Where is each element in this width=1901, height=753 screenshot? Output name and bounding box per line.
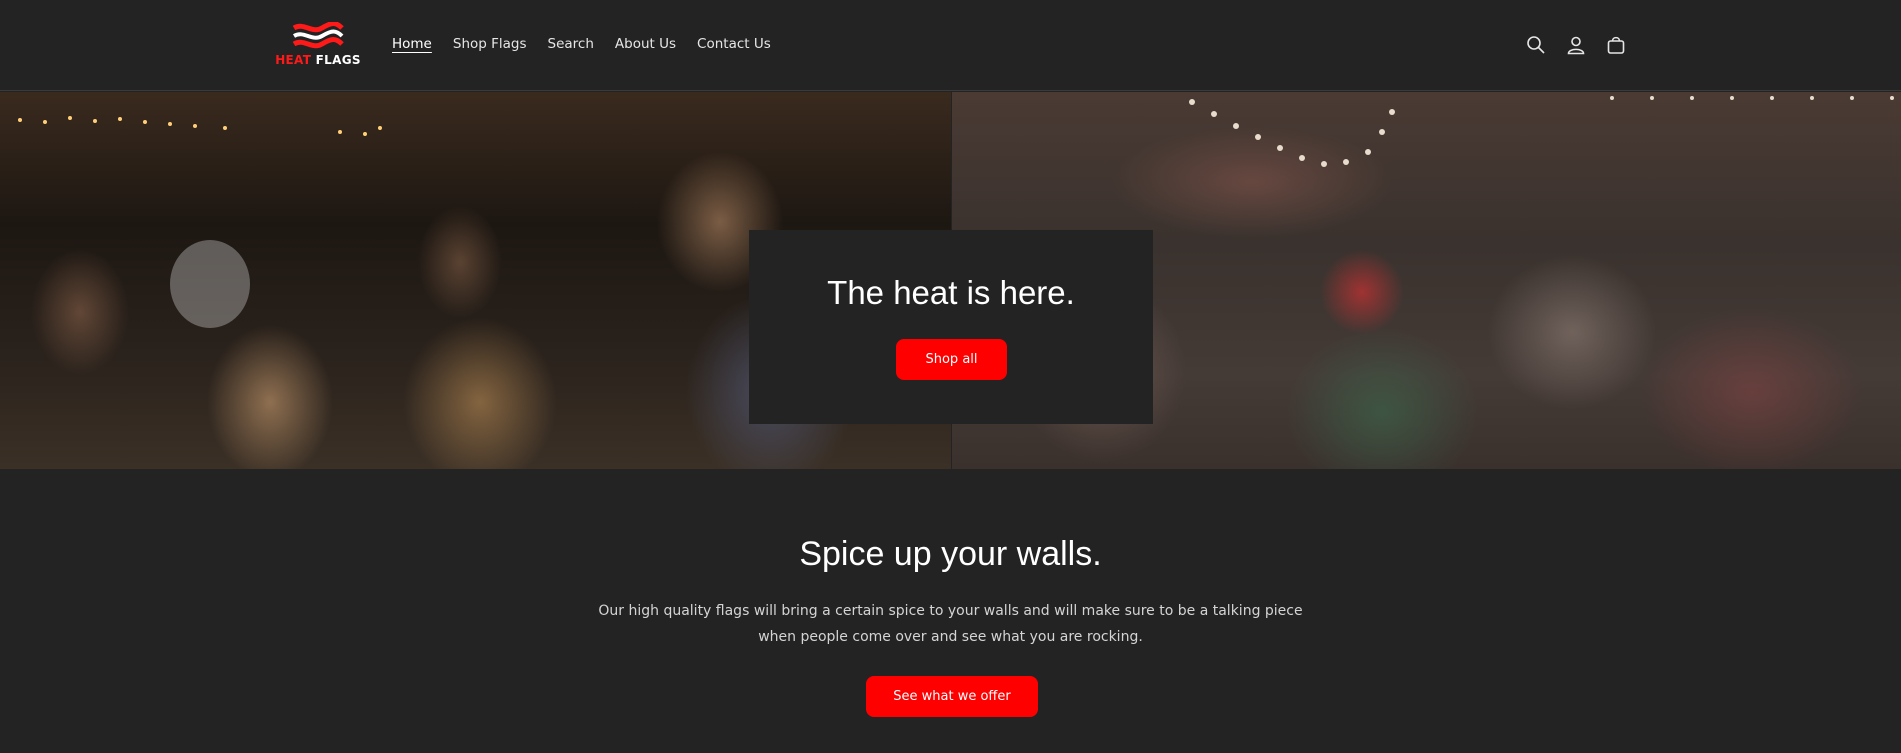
nav-shop-flags[interactable]: Shop Flags — [453, 33, 527, 55]
shop-all-button[interactable]: Shop all — [896, 339, 1007, 380]
logo-text: HEAT FLAGS — [272, 53, 364, 67]
account-icon[interactable] — [1564, 33, 1588, 57]
logo[interactable]: HEAT FLAGS — [272, 20, 364, 70]
section-description: Our high quality flags will bring a cert… — [598, 603, 1303, 645]
cart-icon[interactable] — [1604, 33, 1628, 57]
see-what-we-offer-button[interactable]: See what we offer — [866, 676, 1038, 717]
header-icons — [1524, 33, 1644, 57]
site-header: HEAT FLAGS Home Shop Flags Search About … — [0, 0, 1901, 91]
flag-logo-icon — [292, 22, 344, 49]
nav-home[interactable]: Home — [392, 33, 432, 55]
nav-contact-us[interactable]: Contact Us — [697, 33, 771, 55]
hero-title: The heat is here. — [827, 274, 1075, 311]
section-title: Spice up your walls. — [799, 535, 1102, 573]
nav-search[interactable]: Search — [548, 33, 594, 55]
logo-heat: HEAT — [275, 53, 312, 67]
logo-flags: FLAGS — [315, 53, 361, 67]
main-nav: Home Shop Flags Search About Us Contact … — [392, 33, 792, 55]
hero-content-box: The heat is here. Shop all — [749, 230, 1153, 424]
search-icon[interactable] — [1524, 33, 1548, 57]
hero-banner: The heat is here. Shop all — [0, 92, 1901, 469]
nav-about-us[interactable]: About Us — [615, 33, 676, 55]
